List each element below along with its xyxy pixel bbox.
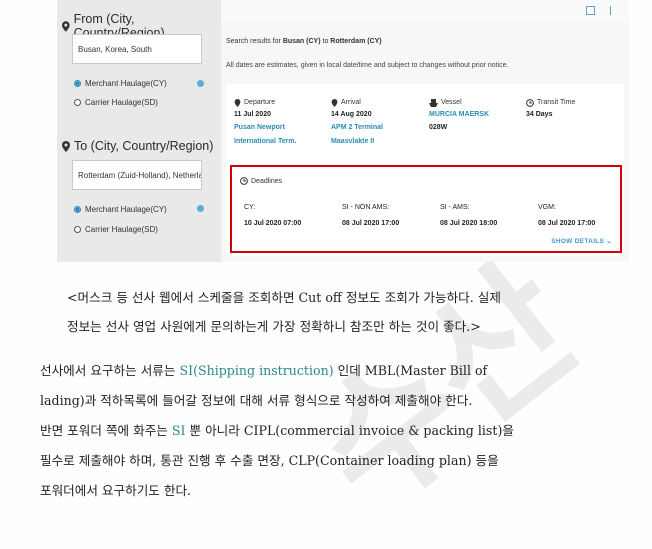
departure-terminal[interactable]: International Term.: [234, 136, 297, 147]
search-form-panel: From (City, Country/Region) Busan, Korea…: [57, 0, 221, 262]
arrival-terminal[interactable]: Maasvlakte II: [331, 136, 383, 147]
transit-heading: Transit Time: [537, 99, 576, 106]
from-carrier-haulage-radio[interactable]: Carrier Haulage(SD): [74, 98, 158, 107]
info-icon[interactable]: [197, 205, 204, 212]
deadline-label: CY:: [244, 204, 256, 211]
from-input[interactable]: Busan, Korea, South: [72, 34, 202, 64]
to-input[interactable]: Rotterdam (Zuid-Holland), Netherlands: [72, 160, 202, 190]
to-label: To (City, Country/Region): [62, 139, 213, 153]
deadline-value: 08 Jul 2020 17:00: [538, 220, 596, 227]
paragraph-line-2: lading)과 적하목록에 들어갈 정보에 대해 서류 형식으로 작성하여 제…: [40, 393, 473, 408]
vessel-heading: Vessel: [441, 99, 462, 106]
caption-line-1: <머스크 등 선사 웹에서 스케줄을 조회하면 Cut off 정보도 조회가 …: [67, 290, 501, 305]
arrival-date: 14 Aug 2020: [331, 111, 372, 118]
text-run: 반면 포워더 쪽에 화주는: [40, 423, 172, 438]
from-merchant-haulage-radio[interactable]: Merchant Haulage(CY): [74, 79, 167, 88]
deadlines-heading: Deadlines: [240, 177, 282, 185]
arrival-port[interactable]: APM 2 Terminal: [331, 122, 383, 133]
radio-selected-icon: [74, 80, 81, 87]
vessel-column: Vessel MURCIA MAERSK 028W: [429, 96, 489, 133]
deadline-si-ams: SI - AMS: 08 Jul 2020 18:00: [440, 200, 497, 232]
clock-icon: [240, 177, 248, 185]
search-from: Busan (CY): [282, 38, 321, 45]
radio-label: Carrier Haulage(SD): [85, 225, 158, 234]
schedule-card: Departure 11 Jul 2020 Pusan Newport Inte…: [226, 84, 624, 256]
download-icon[interactable]: [610, 6, 612, 15]
deadline-label: VGM:: [538, 204, 556, 211]
text-run: 선사에서 요구하는 서류는: [40, 363, 180, 378]
deadlines-box: Deadlines CY: 10 Jul 2020 07:00 SI - NON…: [230, 165, 622, 253]
radio-unselected-icon: [74, 99, 81, 106]
clock-icon: [526, 98, 534, 107]
results-toolbar: [221, 0, 629, 22]
show-details-link[interactable]: SHOW DETAILS ⌄: [551, 237, 612, 245]
highlight-term: SI(Shipping instruction): [179, 363, 334, 378]
deadline-label: SI - AMS:: [440, 204, 470, 211]
departure-column: Departure 11 Jul 2020 Pusan Newport Inte…: [234, 96, 297, 147]
arrival-heading: Arrival: [341, 99, 361, 106]
to-carrier-haulage-radio[interactable]: Carrier Haulage(SD): [74, 225, 158, 234]
departure-heading: Departure: [244, 99, 276, 106]
deadlines-heading-text: Deadlines: [251, 177, 283, 185]
deadline-cy: CY: 10 Jul 2020 07:00: [244, 200, 301, 232]
paragraph-line-4: 필수로 제출해야 하며, 통관 진행 후 수출 면장, CLP(Containe…: [40, 453, 499, 468]
deadline-value: 08 Jul 2020 18:00: [440, 220, 498, 227]
print-icon[interactable]: [586, 6, 595, 15]
deadline-value: 08 Jul 2020 17:00: [342, 220, 400, 227]
departure-date: 11 Jul 2020: [234, 111, 271, 118]
text-run: 뿐 아니라 CIPL(commercial invoice & packing …: [185, 423, 514, 438]
deadline-vgm: VGM: 08 Jul 2020 17:00: [538, 200, 595, 232]
schedule-screenshot: From (City, Country/Region) Busan, Korea…: [57, 0, 629, 262]
transit-time: 34 Days: [526, 111, 553, 118]
paragraph-line-1: 선사에서 요구하는 서류는 SI(Shipping instruction) 인…: [40, 360, 487, 379]
radio-label: Merchant Haulage(CY): [85, 205, 167, 214]
radio-unselected-icon: [74, 226, 81, 233]
deadline-si-non-ams: SI - NON AMS: 08 Jul 2020 17:00: [342, 200, 399, 232]
ship-icon: [429, 98, 438, 107]
deadline-label: SI - NON AMS:: [342, 204, 390, 211]
location-pin-icon: [62, 20, 70, 32]
text-run: 인데 MBL(Master Bill of: [333, 363, 488, 378]
paragraph-line-5: 포워더에서 요구하기도 한다.: [40, 483, 192, 498]
paragraph-line-3: 반면 포워더 쪽에 화주는 SI 뿐 아니라 CIPL(commercial i…: [40, 420, 514, 439]
location-pin-icon: [62, 140, 70, 152]
disclaimer-note: All dates are estimates, given in local …: [226, 62, 509, 69]
highlight-term: SI: [171, 423, 186, 438]
deadline-value: 10 Jul 2020 07:00: [244, 220, 302, 227]
search-to: Rotterdam (CY): [330, 38, 382, 45]
radio-label: Carrier Haulage(SD): [85, 98, 158, 107]
transit-column: Transit Time 34 Days: [526, 96, 575, 120]
radio-label: Merchant Haulage(CY): [85, 79, 167, 88]
arrival-column: Arrival 14 Aug 2020 APM 2 Terminal Maasv…: [331, 96, 383, 147]
vessel-name[interactable]: MURCIA MAERSK: [429, 109, 489, 120]
location-pin-icon: [331, 98, 338, 107]
search-summary: Search results for Busan (CY) to Rotterd…: [226, 38, 382, 45]
radio-selected-icon: [74, 206, 81, 213]
search-prefix: Search results for: [226, 38, 281, 45]
departure-port[interactable]: Pusan Newport: [234, 122, 297, 133]
to-merchant-haulage-radio[interactable]: Merchant Haulage(CY): [74, 205, 167, 214]
vessel-voyage: 028W: [429, 124, 448, 131]
search-to-word: to: [322, 38, 329, 45]
info-icon[interactable]: [197, 80, 204, 87]
to-label-text: To (City, Country/Region): [74, 139, 214, 153]
location-pin-icon: [234, 98, 241, 107]
results-panel: Search results for Busan (CY) to Rotterd…: [221, 0, 629, 262]
caption-line-2: 정보는 선사 영업 사원에게 문의하는게 가장 정확하니 참조만 하는 것이 좋…: [67, 319, 481, 334]
